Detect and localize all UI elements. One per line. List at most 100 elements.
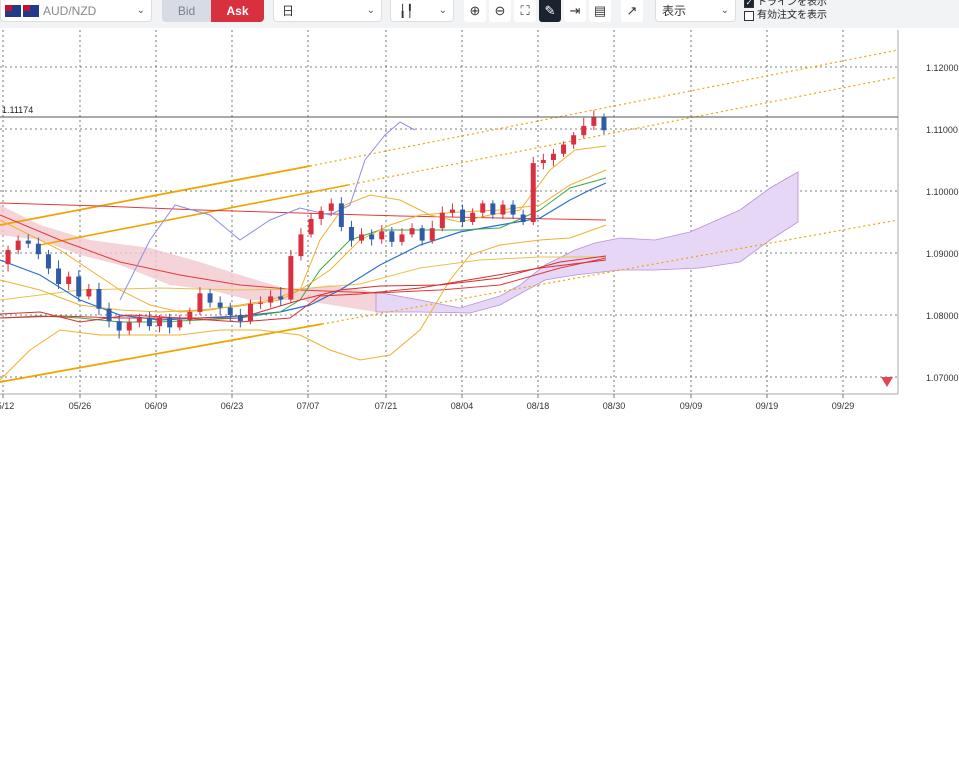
candle-body [177,319,183,328]
chart-type-select[interactable]: ╽╿ ⌄ [390,0,454,22]
y-tick-label: 1.08000 [926,311,959,321]
show-trend-lines-option[interactable]: ✓ トラインを表示 [744,0,827,9]
x-tick-label: 05/26 [69,401,92,411]
report-icon[interactable]: ▤ [589,0,611,22]
candle-body [197,293,203,312]
candle-body [116,321,122,331]
display-options: ✓ トラインを表示 有効注文を表示 [744,0,827,22]
candle-body [318,210,324,219]
trend-line-dotted [347,76,899,186]
x-tick-label: 08/18 [527,401,550,411]
candle-body [429,228,435,241]
x-tick-label: 09/09 [680,401,703,411]
candle-body [419,228,425,241]
candle-body [530,163,536,222]
candle-body [227,307,233,315]
candle-body [146,318,152,327]
candle-body [591,116,597,126]
candle-body [167,318,173,328]
y-tick-label: 1.12000 [926,63,959,73]
candle-body [86,288,92,297]
candle-body [470,212,476,222]
zoom-out-icon[interactable]: ⊖ [489,0,511,22]
candle-body [550,153,556,160]
candle-body [480,203,486,213]
candle-body [25,240,31,244]
candle-body [106,308,112,322]
period-select[interactable]: 日 ⌄ [273,0,382,22]
x-tick-label: 09/29 [832,401,855,411]
period-label: 日 [282,4,295,18]
candle-body [601,116,607,131]
candle-body [581,125,587,136]
scroll-right-icon[interactable]: ⇥ [564,0,586,22]
candle-body [258,302,264,304]
indicator-icon[interactable]: ↗ [621,0,643,22]
x-tick-label: 06/23 [221,401,244,411]
chevron-down-icon: ⌄ [366,5,375,16]
candle-body [449,209,455,213]
x-tick-label: 09/19 [756,401,779,411]
candle-body [5,249,11,265]
candle-body [15,240,21,250]
x-tick-label: 06/09 [145,401,168,411]
cloud-bullish [375,171,799,314]
candle-body [268,296,274,303]
candle-body [308,218,314,235]
candle-body [369,234,375,240]
price-chart[interactable]: 1.12000 1.11000 1.10000 1.09000 1.08000 1.070… [0,28,959,468]
y-tick-label: 1.09000 [926,249,959,259]
display-label: 表示 [662,4,687,18]
candle-body [187,311,193,320]
candle-body [207,293,213,303]
currency-pair-label: AUD/NZD [43,3,97,18]
candle-body [66,276,72,284]
zoom-in-icon[interactable]: ⊕ [464,0,486,22]
candle-body [45,254,51,269]
candle-body [237,315,243,322]
candle-body [500,204,506,215]
candle-body [136,318,142,323]
candle-body [126,322,132,331]
x-tick-label: 08/04 [451,401,474,411]
candle-body [278,296,284,300]
candle-body [157,318,163,327]
y-tick-label: 1.11000 [926,125,958,135]
show-valid-orders-option[interactable]: 有効注文を表示 [744,9,827,22]
checkbox-icon[interactable] [744,10,754,21]
candle-body [56,268,62,284]
candle-body [561,144,567,154]
fit-icon[interactable]: ⛶ [514,0,536,22]
candle-body [460,209,466,222]
checkbox-checked-icon[interactable]: ✓ [744,0,754,8]
candle-body [389,231,395,242]
chart-toolbar: AUD/NZD ⌄ Bid Ask 日 ⌄ ╽╿ ⌄ ⊕ ⊖ ⛶ ✎ ⇥ ▤ ↗… [0,0,959,28]
price-line-label: 1.11174 [2,105,33,115]
x-tick-label: 05/12 [0,401,14,411]
x-tick-label: 07/21 [375,401,398,411]
candle-body [520,214,526,222]
candle-body [490,203,496,215]
candle-body [35,243,41,255]
candle-body [348,226,354,241]
candle-body [247,303,253,322]
show-trend-lines-label: トラインを表示 [757,0,827,8]
chevron-down-icon: ⌄ [438,5,447,16]
candle-body [338,203,344,227]
chart-axes: 1.12000 1.11000 1.10000 1.09000 1.08000 1.070… [0,30,959,411]
candle-body [379,231,385,240]
trend-line-solid [0,323,323,383]
chevron-down-icon: ⌄ [720,5,729,16]
draw-icon[interactable]: ✎ [539,0,561,22]
candlestick-icon: ╽╿ [399,3,414,18]
bid-button[interactable]: Bid [162,0,211,22]
ask-button[interactable]: Ask [211,0,264,22]
candle-body [288,256,294,300]
display-select[interactable]: 表示 ⌄ [655,0,736,22]
down-arrow-icon[interactable] [881,377,893,387]
x-tick-label: 07/07 [297,401,320,411]
candle-body [328,203,334,211]
candle-body [217,302,223,308]
currency-pair-select[interactable]: AUD/NZD ⌄ [0,0,152,22]
candle-body [439,212,445,229]
